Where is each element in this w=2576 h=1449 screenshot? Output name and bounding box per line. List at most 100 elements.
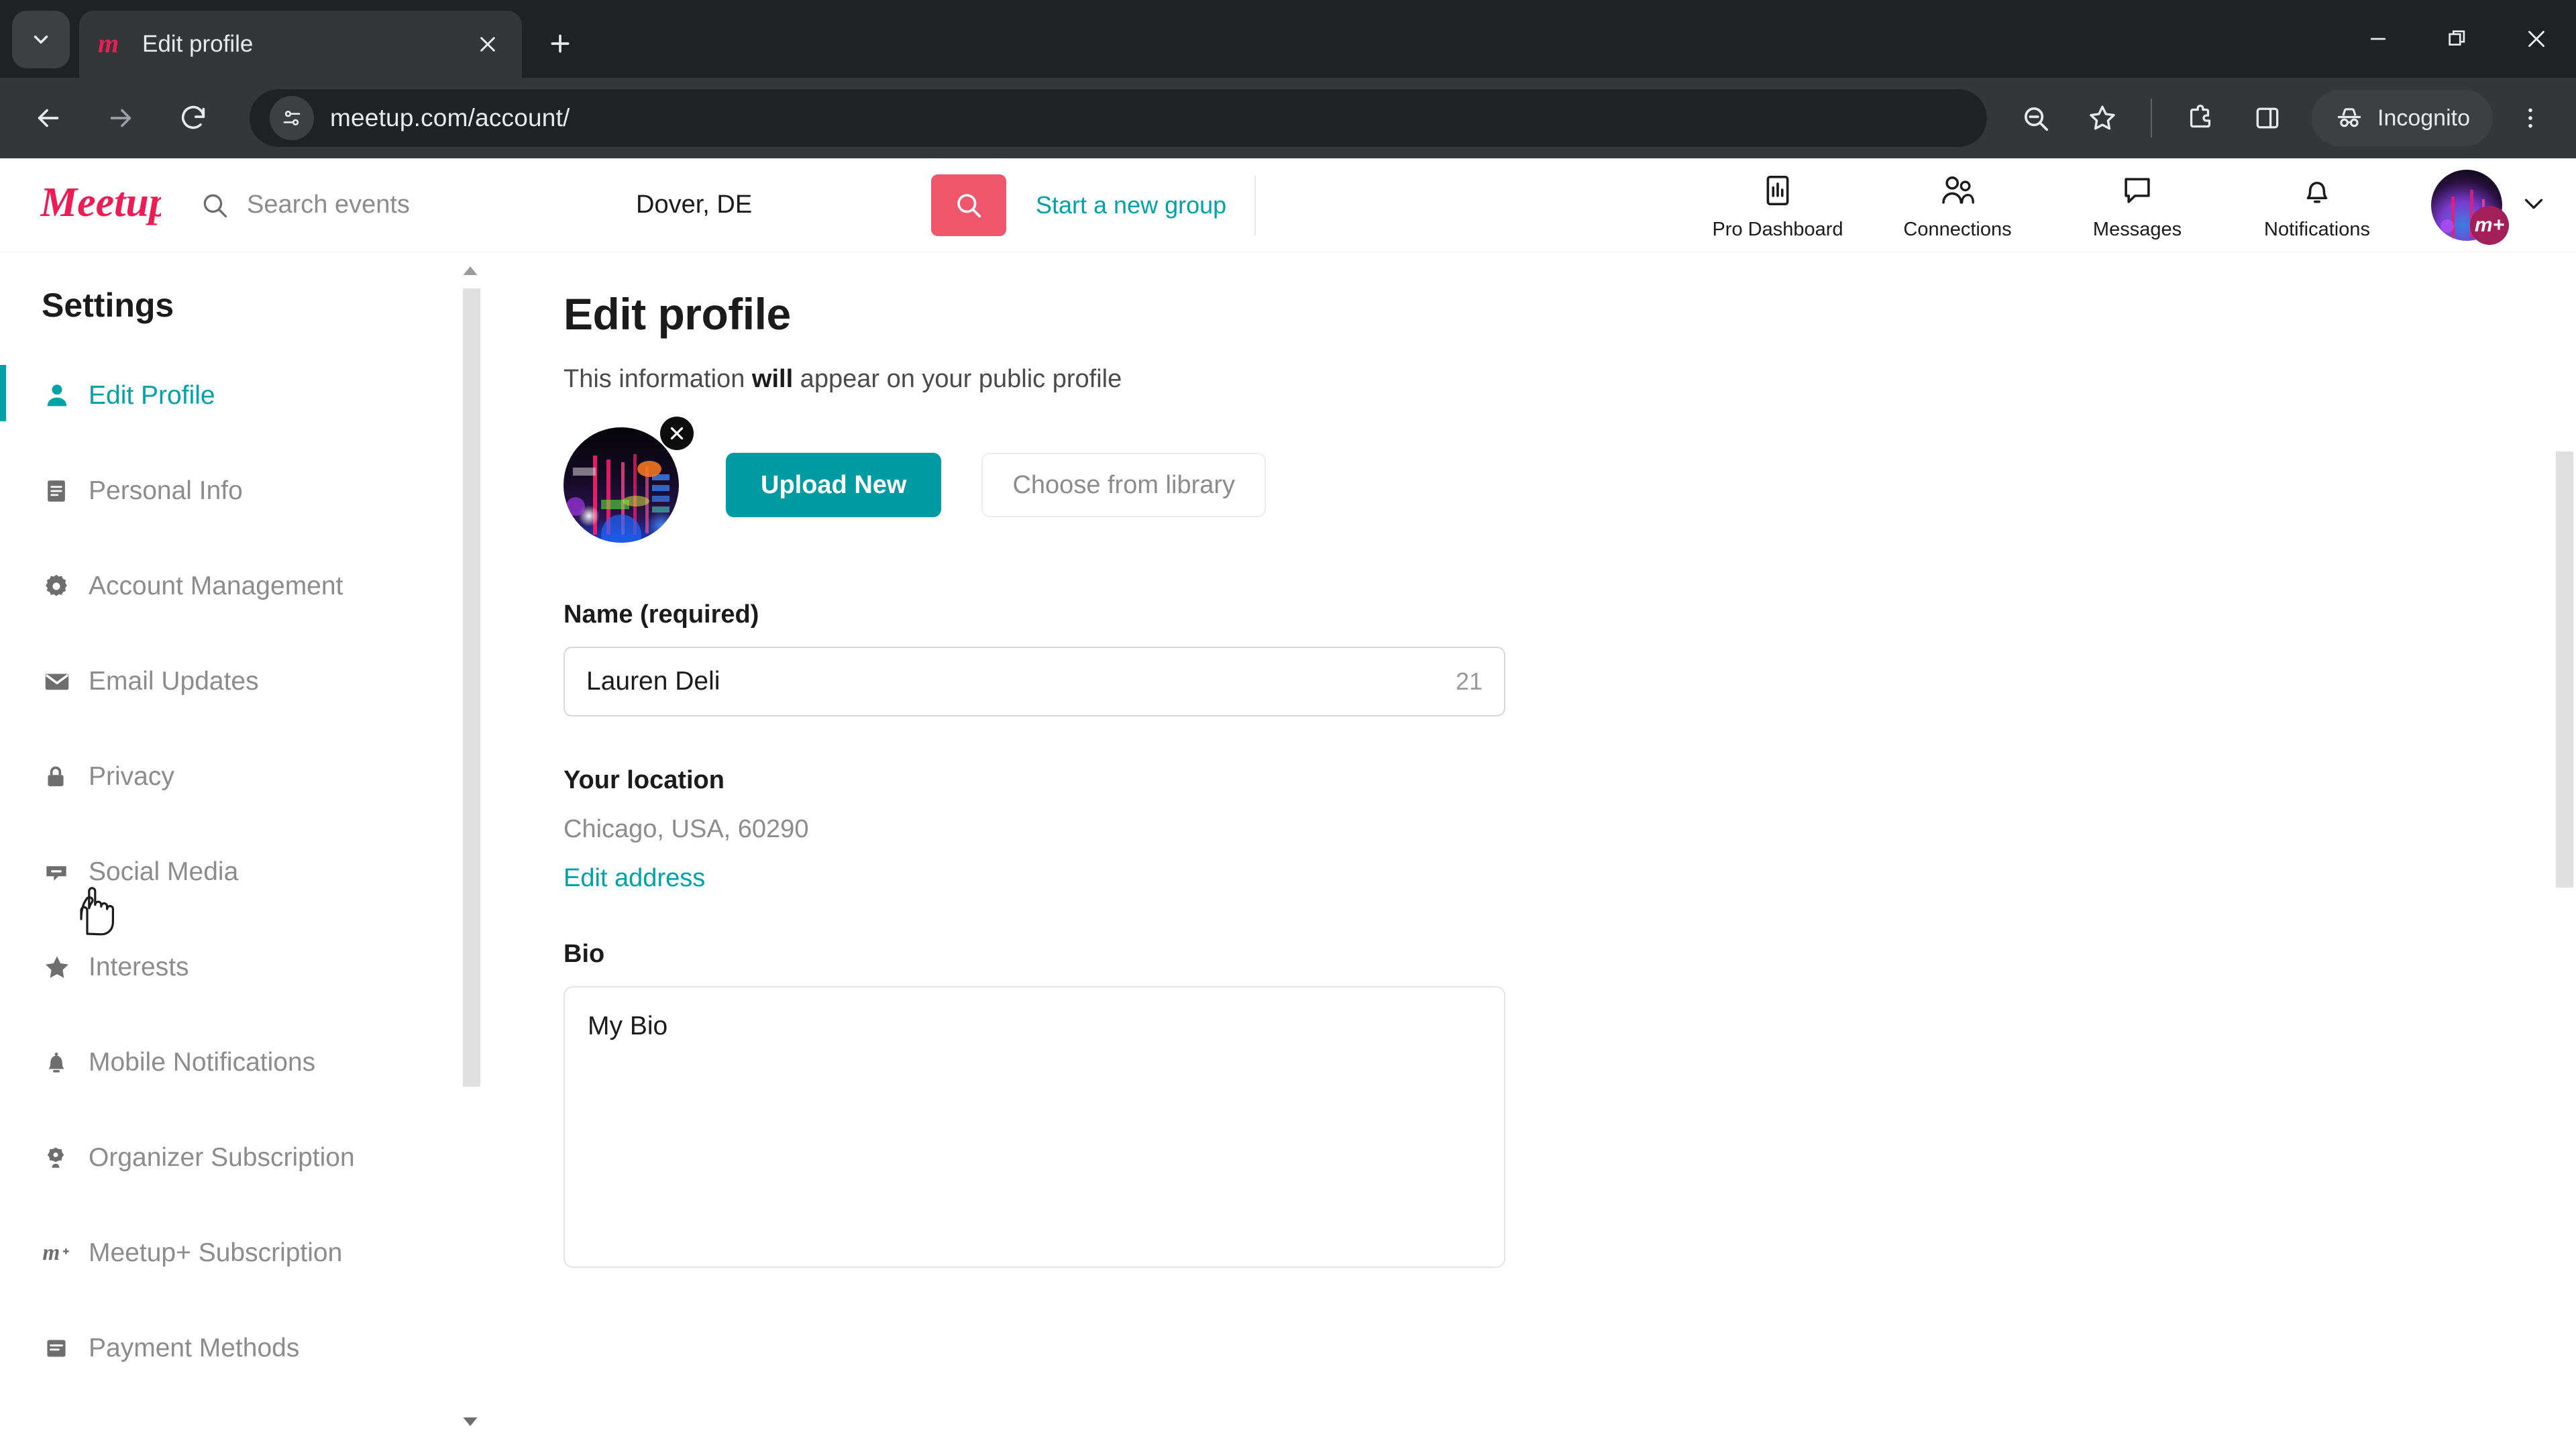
location-input[interactable]: Dover, DE: [636, 191, 924, 219]
bookmark-star-icon[interactable]: [2074, 90, 2131, 146]
address-bar[interactable]: meetup.com/account/: [250, 89, 1987, 147]
nav-label: Notifications: [2264, 219, 2370, 240]
toolbar-divider: [2151, 99, 2152, 138]
search-icon: [203, 194, 227, 217]
name-field-label: Name (required): [564, 600, 759, 629]
sidebar-item-personal-info[interactable]: Personal Info: [0, 464, 496, 518]
sidebar-item-interests[interactable]: Interests: [0, 941, 496, 994]
sidebar-item-label: Personal Info: [89, 476, 243, 505]
sidebar-item-social-media[interactable]: Social Media: [0, 845, 496, 899]
sidebar-item-account-management[interactable]: Account Management: [0, 559, 496, 613]
sidebar-item-meetup-plus-subscription[interactable]: m Meetup+ Subscription: [0, 1226, 496, 1280]
search-icon: [957, 193, 981, 217]
back-button[interactable]: [17, 87, 79, 149]
maximize-restore-button[interactable]: [2418, 0, 2497, 78]
sidebar-scrollbar-thumb[interactable]: [463, 288, 480, 1087]
close-circle-icon: [670, 427, 684, 440]
close-icon: [480, 37, 495, 52]
start-new-group-link[interactable]: Start a new group: [1036, 191, 1226, 219]
envelope-icon: [42, 666, 80, 697]
back-arrow-icon: [38, 109, 59, 127]
nav-label: Connections: [1903, 219, 2012, 240]
reload-button[interactable]: [162, 87, 224, 149]
sidebar-scrollbar[interactable]: [459, 259, 482, 1448]
sidebar-item-organizer-subscription[interactable]: Organizer Subscription: [0, 1131, 496, 1185]
close-window-button[interactable]: [2497, 0, 2576, 78]
chrome-menu-button[interactable]: [2502, 90, 2559, 146]
minimize-button[interactable]: [2339, 0, 2418, 78]
upload-new-button[interactable]: Upload New: [726, 453, 942, 517]
new-tab-button[interactable]: [534, 17, 586, 70]
gear-icon: [42, 572, 80, 601]
location-value: Chicago, USA, 60290: [564, 815, 809, 843]
scroll-up-arrow-icon[interactable]: [459, 259, 482, 282]
subtitle-post: appear on your public profile: [793, 365, 1122, 393]
nav-notifications[interactable]: Notifications: [2227, 169, 2407, 241]
page-scrollbar-thumb[interactable]: [2556, 451, 2573, 888]
name-char-counter: 21: [1455, 667, 1483, 695]
sidebar-item-label: Payment Methods: [89, 1334, 300, 1362]
sidebar-item-payment-methods[interactable]: Payment Methods: [0, 1322, 496, 1375]
browser-window: m Edit profile meetup.com/account/ Incog…: [0, 0, 2576, 1449]
reload-icon: [181, 105, 205, 129]
name-input[interactable]: Lauren Deli 21: [564, 647, 1505, 716]
sidebar-item-label: Meetup+ Subscription: [89, 1238, 343, 1267]
tab-title: Edit profile: [142, 31, 254, 57]
sidebar-item-label: Edit Profile: [89, 381, 215, 410]
restore-icon: [2449, 30, 2465, 46]
profile-photo[interactable]: [564, 427, 679, 543]
forward-button[interactable]: [90, 87, 152, 149]
header-divider: [1254, 174, 1256, 235]
account-menu-chevron-down-icon[interactable]: [2518, 188, 2549, 222]
subtitle-pre: This information: [564, 365, 752, 393]
incognito-label: Incognito: [2377, 105, 2470, 131]
page-scrollbar[interactable]: [2553, 253, 2576, 1449]
sidebar-item-email-updates[interactable]: Email Updates: [0, 655, 496, 708]
location-label: Your location: [564, 766, 724, 794]
incognito-indicator[interactable]: Incognito: [2312, 90, 2493, 146]
edit-profile-form: Edit profile This information will appea…: [496, 252, 2576, 1448]
sidebar-item-edit-profile[interactable]: Edit Profile: [0, 365, 496, 423]
sidebar-item-label: Social Media: [89, 857, 239, 886]
zoom-out-icon[interactable]: [2007, 90, 2063, 146]
extensions-icon[interactable]: [2172, 90, 2229, 146]
sidebar-item-mobile-notifications[interactable]: Mobile Notifications: [0, 1036, 496, 1089]
sidebar-item-label: Interests: [89, 953, 189, 981]
bio-label: Bio: [564, 940, 605, 968]
nav-label: Messages: [2092, 219, 2182, 240]
sidebar-item-label: Email Updates: [89, 667, 259, 696]
chart-dashboard-icon: [1760, 169, 1796, 212]
sidebar-title: Settings: [42, 286, 174, 324]
search-placeholder: Search events: [247, 191, 410, 219]
sidebar-item-privacy[interactable]: Privacy: [0, 750, 496, 804]
nav-messages[interactable]: Messages: [2047, 169, 2227, 241]
settings-sidebar: Settings Edit Profile Personal Info Acco…: [0, 252, 496, 1448]
edit-address-link[interactable]: Edit address: [564, 864, 705, 893]
scroll-down-arrow-icon[interactable]: [459, 1411, 482, 1434]
meetup-logo[interactable]: Meetup: [40, 178, 170, 231]
side-panel-icon[interactable]: [2239, 90, 2296, 146]
nav-connections[interactable]: Connections: [1868, 169, 2047, 241]
search-input[interactable]: Search events: [200, 191, 616, 220]
browser-toolbar: meetup.com/account/ Incognito: [0, 78, 2576, 158]
subtitle-bold: will: [751, 365, 794, 393]
site-settings-icon[interactable]: [270, 96, 314, 140]
user-avatar-button[interactable]: m+: [2431, 169, 2509, 245]
forward-arrow-icon: [110, 109, 131, 127]
person-icon: [42, 380, 80, 411]
chevron-down-icon: [34, 36, 48, 44]
bio-textarea[interactable]: My Bio: [564, 986, 1505, 1268]
people-icon: [1938, 169, 1977, 212]
nav-pro-dashboard[interactable]: Pro Dashboard: [1688, 169, 1868, 241]
sidebar-item-label: Mobile Notifications: [89, 1048, 316, 1077]
remove-photo-button[interactable]: [660, 417, 694, 450]
search-submit-button[interactable]: [931, 174, 1006, 236]
browser-tab[interactable]: m Edit profile: [79, 11, 522, 78]
profile-photo-row: Upload New Choose from library: [564, 417, 2576, 543]
tab-search-button[interactable]: [12, 11, 70, 68]
bell-icon: [2299, 169, 2335, 212]
name-input-value: Lauren Deli: [586, 667, 720, 696]
choose-from-library-button[interactable]: Choose from library: [981, 453, 1267, 517]
profile-photo-wrap: [564, 417, 694, 543]
tab-close-button[interactable]: [470, 26, 506, 62]
